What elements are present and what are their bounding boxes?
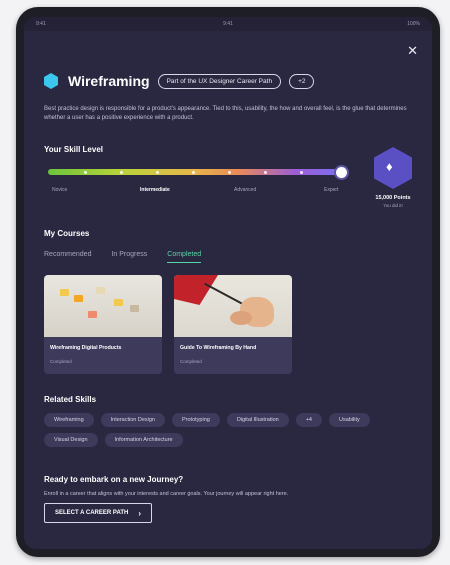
hexagon-icon bbox=[44, 73, 58, 89]
skill-chip[interactable]: Interaction Design bbox=[100, 413, 165, 427]
skill-chip[interactable]: Digital Illustration bbox=[226, 413, 289, 427]
more-skills-chip[interactable]: +4 bbox=[295, 413, 322, 427]
page-title: Wireframing bbox=[68, 73, 150, 89]
sticky-note bbox=[88, 311, 97, 318]
skill-chip[interactable]: Information Architecture bbox=[104, 433, 183, 447]
tab-completed[interactable]: Completed bbox=[167, 251, 202, 263]
chevron-right-icon: › bbox=[138, 508, 142, 518]
skill-chip[interactable]: Prototyping bbox=[172, 413, 220, 427]
journey-title: Ready to embark on a new Journey? bbox=[44, 475, 184, 484]
sticky-note bbox=[60, 289, 69, 296]
skill-badge bbox=[374, 147, 412, 189]
badge-subtitle: You did it! bbox=[383, 203, 403, 208]
tablet-frame: 9:41 9:41 100% ✕ Wireframing Part of the… bbox=[16, 7, 440, 557]
course-title: Guide To Wireframing By Hand bbox=[180, 345, 257, 351]
skill-level-bar bbox=[48, 165, 349, 180]
level-label-novice: Novice bbox=[52, 187, 68, 193]
course-card[interactable]: Guide To Wireframing By Hand Completed bbox=[174, 275, 292, 374]
course-thumbnail bbox=[44, 275, 162, 337]
status-bar: 9:41 9:41 100% bbox=[24, 17, 432, 31]
level-label-advanced: Advanced bbox=[234, 187, 257, 193]
sticky-note bbox=[96, 287, 105, 294]
skill-header: Wireframing Part of the UX Designer Care… bbox=[44, 71, 315, 91]
red-paper bbox=[174, 275, 218, 305]
level-label-intermediate: Intermediate bbox=[140, 187, 170, 193]
related-skills-list: Wireframing Interaction Design Prototypi… bbox=[44, 413, 416, 453]
related-skills-title: Related Skills bbox=[44, 395, 97, 404]
career-path-pill[interactable]: Part of the UX Designer Career Path bbox=[157, 73, 282, 89]
skill-chip[interactable]: Visual Design bbox=[44, 433, 98, 447]
skill-description: Best practice design is responsible for … bbox=[44, 106, 407, 121]
level-tick bbox=[84, 170, 87, 174]
sticky-note bbox=[114, 299, 123, 306]
level-tick bbox=[156, 170, 159, 174]
badge-points: 15,000 Points bbox=[375, 195, 411, 201]
course-title: Wireframing Digital Products bbox=[50, 345, 122, 351]
skill-chip[interactable]: Wireframing bbox=[44, 413, 94, 427]
level-tick bbox=[192, 170, 195, 174]
pen bbox=[204, 282, 244, 306]
tab-in-progress[interactable]: In Progress bbox=[111, 251, 147, 263]
level-tick bbox=[120, 170, 123, 174]
select-career-path-button[interactable]: SELECT A CAREER PATH › bbox=[44, 503, 153, 523]
level-tick bbox=[264, 170, 267, 174]
sticky-note bbox=[130, 305, 139, 312]
app-screen: 9:41 9:41 100% ✕ Wireframing Part of the… bbox=[24, 17, 432, 549]
hand bbox=[230, 311, 252, 325]
level-label-expert: Expert bbox=[324, 187, 339, 193]
level-tick bbox=[228, 170, 231, 174]
skill-chip[interactable]: Usability bbox=[329, 413, 370, 427]
close-icon[interactable]: ✕ bbox=[407, 43, 418, 59]
course-status: Completed bbox=[50, 359, 72, 364]
diamond-icon: ♦ bbox=[386, 159, 393, 174]
course-status: Completed bbox=[180, 359, 202, 364]
journey-description: Enroll in a career that aligns with your… bbox=[44, 491, 289, 497]
course-card[interactable]: Wireframing Digital Products Completed bbox=[44, 275, 162, 374]
my-courses-title: My Courses bbox=[44, 229, 90, 238]
skill-level-title: Your Skill Level bbox=[44, 145, 103, 154]
tab-recommended[interactable]: Recommended bbox=[44, 251, 91, 263]
course-tabs: Recommended In Progress Completed bbox=[44, 251, 221, 263]
course-thumbnail bbox=[174, 275, 292, 337]
status-time: 9:41 bbox=[223, 21, 233, 27]
more-paths-pill[interactable]: +2 bbox=[289, 73, 315, 89]
status-battery: 100% bbox=[407, 21, 420, 27]
select-career-path-label: SELECT A CAREER PATH bbox=[55, 510, 129, 516]
skill-level-knob bbox=[334, 165, 349, 180]
sticky-note bbox=[74, 295, 83, 302]
level-tick bbox=[300, 170, 303, 174]
